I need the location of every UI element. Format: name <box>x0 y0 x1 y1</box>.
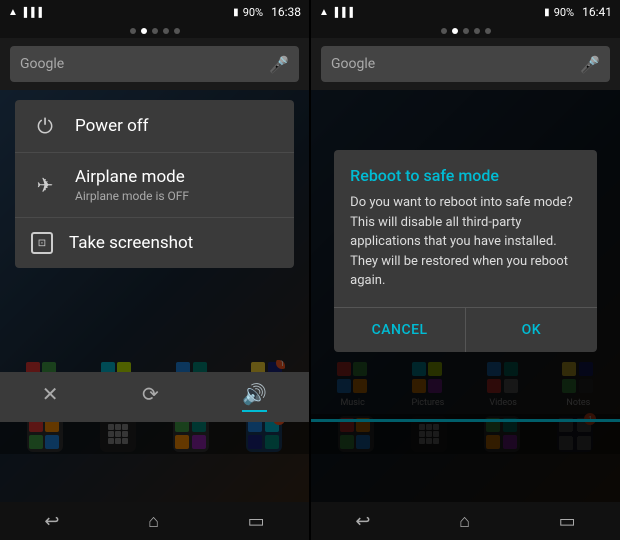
screen-right: ▲ ▌▌▌ ▮ 90% 16:41 Google 🎤 Reboot to saf… <box>311 0 620 540</box>
ok-button[interactable]: OK <box>466 308 597 352</box>
dot-r-4 <box>474 28 480 34</box>
page-indicator-left <box>0 24 309 38</box>
time-display: 16:38 <box>271 5 301 19</box>
dot-r-3 <box>463 28 469 34</box>
screenshot-item[interactable]: ⊡ Take screenshot <box>15 218 294 268</box>
airplane-label: Airplane mode <box>75 167 189 187</box>
battery-icon: ▮ <box>233 7 239 18</box>
power-icon: ⏻ <box>31 114 59 138</box>
screenshot-label: Take screenshot <box>69 233 193 253</box>
power-off-label-group: Power off <box>75 116 149 136</box>
dot-5 <box>174 28 180 34</box>
mute-icon: ✕ <box>42 382 59 406</box>
mic-icon-right: 🎤 <box>580 55 600 74</box>
status-bar-right: ▲ ▌▌▌ ▮ 90% 16:41 <box>311 0 620 24</box>
google-search-bar-right[interactable]: Google 🎤 <box>321 46 610 82</box>
wifi-icon-r: ▲ <box>319 7 329 18</box>
wallpaper-left: ⏻ Power off ✈ Airplane mode Airplane mod… <box>0 90 309 502</box>
cancel-button[interactable]: Cancel <box>334 308 466 352</box>
search-text-left: Google <box>20 56 64 72</box>
airplane-mode-item[interactable]: ✈ Airplane mode Airplane mode is OFF <box>15 153 294 218</box>
dot-r-2 <box>452 28 458 34</box>
page-indicator-right <box>311 24 620 38</box>
nav-bar-right: ↩ ⌂ ▭ <box>311 502 620 540</box>
google-search-bar-left[interactable]: Google 🎤 <box>10 46 299 82</box>
battery-percent: 90% <box>243 6 263 19</box>
dot-1 <box>130 28 136 34</box>
airplane-label-group: Airplane mode Airplane mode is OFF <box>75 167 189 203</box>
airplane-sublabel: Airplane mode is OFF <box>75 189 189 203</box>
dot-r-1 <box>441 28 447 34</box>
search-text-right: Google <box>331 56 375 72</box>
screen-left: ▲ ▌▌▌ ▮ 90% 16:38 Google 🎤 ⏻ Power <box>0 0 309 540</box>
home-button-left[interactable]: ⌂ <box>132 505 175 538</box>
recents-button-right[interactable]: ▭ <box>543 505 592 538</box>
status-right-left: ▮ 90% 16:38 <box>233 5 301 19</box>
sound-icon: 🔊 <box>242 382 267 406</box>
quick-toggles: ✕ ⟳ 🔊 <box>0 372 309 422</box>
mute-toggle[interactable]: ✕ <box>42 382 59 412</box>
status-right-r: ▮ 90% 16:41 <box>544 5 612 19</box>
dot-r-5 <box>485 28 491 34</box>
home-button-right[interactable]: ⌂ <box>443 505 486 538</box>
wallpaper-right: Reboot to safe mode Do you want to reboo… <box>311 90 620 502</box>
mic-icon-left: 🎤 <box>269 55 289 74</box>
signal-icon: ▌▌▌ <box>24 7 46 18</box>
status-icons-left: ▲ ▌▌▌ <box>8 7 46 18</box>
power-menu: ⏻ Power off ✈ Airplane mode Airplane mod… <box>15 100 294 268</box>
power-off-label: Power off <box>75 116 149 136</box>
rotate-toggle[interactable]: ⟳ <box>142 382 159 412</box>
back-button-right[interactable]: ↩ <box>339 505 386 538</box>
dialog-overlay: Reboot to safe mode Do you want to reboo… <box>311 90 620 502</box>
signal-icon-r: ▌▌▌ <box>335 7 357 18</box>
recents-button-left[interactable]: ▭ <box>232 505 281 538</box>
status-bar-left: ▲ ▌▌▌ ▮ 90% 16:38 <box>0 0 309 24</box>
power-off-item[interactable]: ⏻ Power off <box>15 100 294 153</box>
airplane-icon: ✈ <box>31 173 59 197</box>
dialog-body: Do you want to reboot into safe mode? Th… <box>334 193 597 307</box>
status-icons-right: ▲ ▌▌▌ <box>319 7 357 18</box>
dialog-buttons: Cancel OK <box>334 307 597 352</box>
dot-4 <box>163 28 169 34</box>
wifi-icon: ▲ <box>8 7 18 18</box>
dialog-title: Reboot to safe mode <box>334 150 597 193</box>
nav-bar-left: ↩ ⌂ ▭ <box>0 502 309 540</box>
battery-icon-r: ▮ <box>544 7 550 18</box>
dot-3 <box>152 28 158 34</box>
time-display-r: 16:41 <box>582 5 612 19</box>
battery-percent-r: 90% <box>554 6 574 19</box>
rotate-icon: ⟳ <box>142 382 159 406</box>
dot-2 <box>141 28 147 34</box>
sound-active-bar <box>242 410 267 412</box>
screenshot-icon: ⊡ <box>31 232 53 254</box>
sound-toggle[interactable]: 🔊 <box>242 382 267 412</box>
back-button-left[interactable]: ↩ <box>28 505 75 538</box>
screenshot-label-group: Take screenshot <box>69 233 193 253</box>
reboot-dialog: Reboot to safe mode Do you want to reboo… <box>334 150 597 352</box>
